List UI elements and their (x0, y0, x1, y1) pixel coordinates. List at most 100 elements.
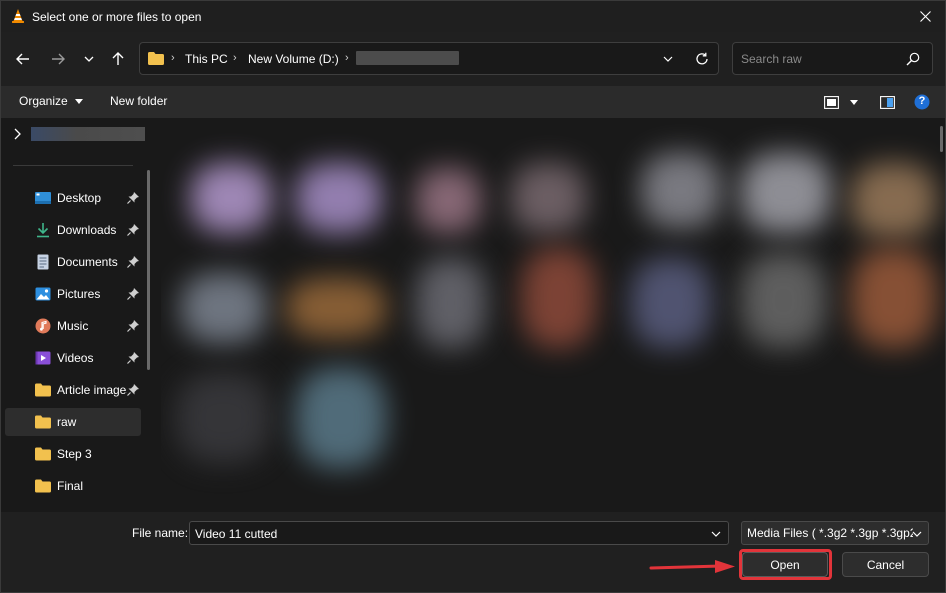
view-options-button[interactable] (823, 94, 839, 110)
sidebar-item-music[interactable]: Music (5, 312, 141, 340)
breadcrumb-new-volume[interactable]: New Volume (D:) (248, 52, 339, 66)
desktop-icon (35, 192, 51, 204)
arrow-left-icon (16, 53, 29, 65)
refresh-icon (696, 52, 708, 65)
pin-icon (127, 288, 139, 300)
chevron-right-icon[interactable] (13, 128, 23, 140)
sidebar-item-label: raw (57, 415, 77, 429)
sidebar-item-pictures[interactable]: Pictures (5, 280, 141, 308)
arrow-right-icon (52, 53, 65, 65)
file-thumbnail[interactable] (641, 153, 721, 228)
sidebar-item-step-3[interactable]: Step 3 (5, 440, 141, 468)
file-type-value: Media Files ( *.3g2 *.3gp *.3gp2 (747, 526, 913, 540)
file-name-dropdown[interactable] (710, 528, 722, 540)
search-box (732, 42, 933, 75)
view-dropdown-button[interactable] (846, 94, 862, 110)
search-input[interactable] (741, 51, 901, 67)
dialog-title: Select one or more files to open (32, 10, 202, 24)
file-name-label: File name: (132, 526, 189, 540)
file-type-select[interactable]: Media Files ( *.3g2 *.3gp *.3gp2 (741, 521, 929, 545)
sidebar-scrollbar[interactable] (147, 170, 150, 370)
file-name-panel: File name: Media Files ( *.3g2 *.3gp *.3… (1, 512, 945, 592)
sidebar-item-label: Step 3 (57, 447, 92, 461)
file-thumbnail[interactable] (851, 248, 936, 348)
breadcrumb-redacted[interactable] (356, 51, 459, 65)
file-thumbnail[interactable] (296, 368, 386, 468)
file-name-combobox (189, 521, 729, 545)
chevron-down-icon (711, 531, 721, 537)
sidebar-item-raw[interactable]: raw (5, 408, 141, 436)
file-thumbnail[interactable] (416, 168, 481, 233)
breadcrumb-this-pc[interactable]: This PC (185, 52, 228, 66)
refresh-button[interactable] (693, 50, 711, 68)
sidebar-divider (13, 165, 133, 166)
preview-pane-icon (879, 95, 895, 109)
content-scrollbar[interactable] (940, 126, 943, 152)
file-name-input[interactable] (195, 526, 695, 542)
folder-icon (35, 415, 51, 429)
file-thumbnail[interactable] (741, 153, 831, 233)
help-label: ? (918, 95, 926, 107)
file-thumbnail[interactable] (511, 163, 586, 233)
navigation-bar: › This PC › New Volume (D:) › (1, 32, 945, 86)
sidebar-item-videos[interactable]: Videos (5, 344, 141, 372)
pictures-icon (35, 287, 51, 301)
organize-menu[interactable]: Organize (19, 94, 84, 108)
search-icon[interactable] (906, 52, 920, 66)
caret-down-icon (850, 99, 858, 105)
back-button[interactable] (11, 47, 35, 71)
address-bar[interactable]: › This PC › New Volume (D:) › (139, 42, 719, 75)
sidebar-item-label: Article images (57, 383, 127, 397)
sidebar-item-final[interactable]: Final (5, 472, 141, 500)
close-button[interactable] (905, 1, 945, 32)
recent-locations-button[interactable] (77, 47, 101, 71)
file-thumbnail[interactable] (181, 273, 266, 343)
sidebar-item-label: Music (57, 319, 89, 333)
new-folder-button[interactable]: New folder (110, 94, 167, 108)
file-thumbnail[interactable] (191, 163, 271, 233)
document-icon (37, 254, 49, 270)
download-icon (37, 223, 49, 238)
file-thumbnail[interactable] (296, 163, 381, 233)
organize-label: Organize (19, 94, 68, 108)
sidebar-redacted-item[interactable] (31, 127, 145, 141)
address-history-dropdown[interactable] (660, 52, 676, 66)
command-bar: Organize New folder ? (1, 86, 945, 118)
videos-icon (35, 351, 51, 365)
preview-pane-button[interactable] (879, 94, 895, 110)
forward-button[interactable] (46, 47, 70, 71)
sidebar-item-downloads[interactable]: Downloads (5, 216, 141, 244)
pin-icon (127, 256, 139, 268)
file-thumbnail[interactable] (286, 278, 386, 338)
navigation-pane: Desktop Downloads Documents Pictures Mus… (1, 118, 161, 512)
sidebar-item-article-images[interactable]: Article images (5, 376, 141, 404)
file-list-view[interactable] (161, 118, 945, 512)
pin-icon (127, 192, 139, 204)
file-thumbnail[interactable] (631, 258, 711, 348)
folder-icon (35, 447, 51, 461)
close-icon (919, 11, 931, 22)
file-thumbnail[interactable] (521, 248, 596, 348)
music-icon (35, 318, 51, 334)
file-thumbnail[interactable] (741, 253, 826, 348)
up-button[interactable] (106, 47, 130, 71)
help-button[interactable]: ? (914, 94, 930, 110)
folder-icon (148, 52, 164, 65)
folder-icon (35, 479, 51, 493)
sidebar-item-documents[interactable]: Documents (5, 248, 141, 276)
sidebar-item-label: Pictures (57, 287, 101, 301)
file-type-dropdown[interactable] (911, 528, 923, 540)
file-thumbnail[interactable] (851, 163, 936, 238)
open-button[interactable]: Open (742, 552, 828, 577)
sidebar-item-desktop[interactable]: Desktop (5, 184, 141, 212)
folder-icon (35, 383, 51, 397)
cancel-button[interactable]: Cancel (842, 552, 929, 577)
chevron-down-icon (84, 56, 94, 62)
caret-down-icon (75, 99, 84, 105)
breadcrumb-separator: › (233, 52, 237, 64)
sidebar-item-label: Documents (57, 255, 118, 269)
title-bar: Select one or more files to open (1, 1, 945, 32)
file-thumbnail[interactable] (416, 258, 486, 348)
breadcrumb-separator: › (345, 52, 349, 64)
file-thumbnail[interactable] (176, 373, 271, 463)
